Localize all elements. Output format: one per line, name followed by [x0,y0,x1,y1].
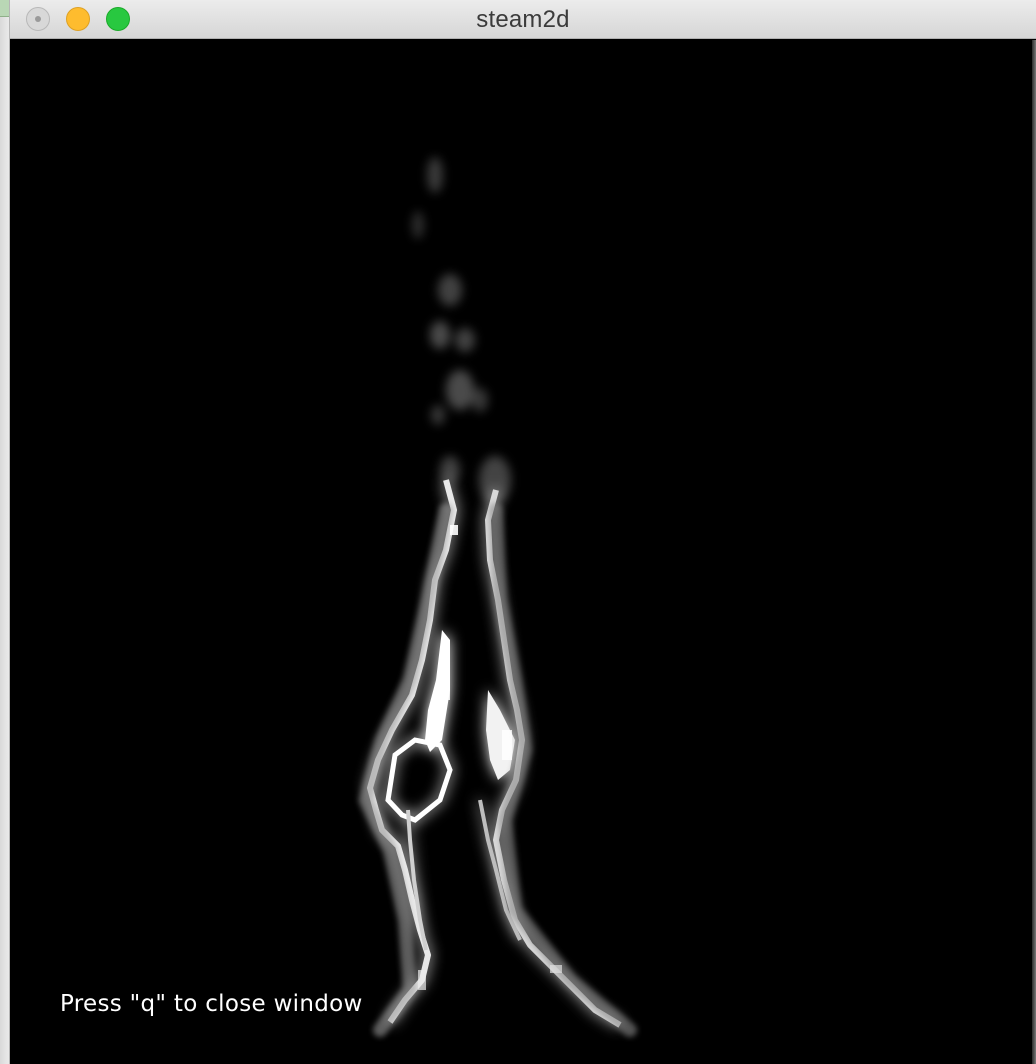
close-hint-text: Press "q" to close window [60,991,363,1017]
background-window-edge [0,0,10,17]
desktop-background [0,0,10,1064]
render-canvas[interactable]: Press "q" to close window [10,40,1032,1064]
window-title: steam2d [476,6,570,33]
steam-plume-visualization [10,40,1032,1064]
title-bar[interactable]: steam2d [10,0,1036,39]
window-right-edge [1032,40,1036,1064]
app-window: steam2d Press "q" to close window [10,0,1036,1064]
